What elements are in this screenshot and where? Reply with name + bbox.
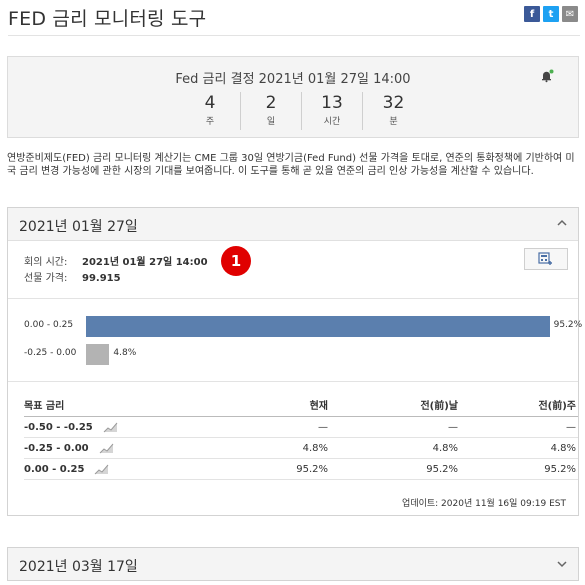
header-target-rate: 목표 금리 — [24, 401, 65, 412]
countdown-minutes: 32 분 — [382, 93, 405, 127]
chevron-up-icon[interactable] — [557, 218, 567, 228]
table-header-row: 목표 금리 현재 전(前)날 전(前)주 — [24, 393, 578, 417]
header-prev-day: 전(前)날 — [420, 401, 458, 412]
meeting-panel-header[interactable]: 2021년 01월 27일 — [8, 208, 578, 241]
meeting-time-label: 회의 시간: — [24, 257, 68, 268]
bar-value-label: 95.2% — [553, 320, 583, 330]
next-meeting-date: 2021년 03월 17일 — [19, 559, 138, 575]
meeting-date: 2021년 01월 27일 — [19, 219, 138, 235]
trend-chart-icon[interactable] — [94, 463, 109, 475]
trend-chart-icon[interactable] — [103, 421, 118, 433]
header-current: 현재 — [309, 401, 328, 412]
rate-range: -0.50 - -0.25 — [24, 421, 93, 433]
table-row: 0.00 - 0.25 95.2% 95.2% 95.2% — [24, 459, 578, 480]
countdown-box: Fed 금리 결정 2021년 01월 27일 14:00 4 주 2 일 13… — [7, 56, 579, 138]
probability-bar — [86, 316, 550, 337]
probability-bar — [86, 344, 110, 365]
chart-bottom-divider — [8, 381, 578, 382]
step-badge: 1 — [221, 246, 251, 276]
bar-category-label: 0.00 - 0.25 — [24, 320, 74, 330]
table-row: -0.25 - 0.00 4.8% 4.8% 4.8% — [24, 438, 578, 459]
page-title: FED 금리 모니터링 도구 — [8, 8, 207, 30]
probability-table: 목표 금리 현재 전(前)날 전(前)주 -0.50 - -0.25 — — —… — [24, 393, 578, 480]
meeting-time-value: 2021년 01월 27일 14:00 — [82, 257, 208, 268]
chevron-down-icon[interactable] — [557, 559, 567, 569]
bell-icon[interactable] — [540, 69, 554, 83]
twitter-share-button[interactable]: t — [543, 6, 559, 22]
bar-value-label: 4.8% — [113, 348, 137, 358]
countdown-weeks: 4 주 — [180, 92, 241, 130]
meeting-meta: 회의 시간: 2021년 01월 27일 14:00 선물 가격: 99.915 — [24, 255, 208, 287]
facebook-share-button[interactable]: f — [524, 6, 540, 22]
header-prev-week: 전(前)주 — [538, 401, 576, 412]
bar-category-label: -0.25 - 0.00 — [24, 348, 77, 358]
meeting-panel: 2021년 01월 27일 회의 시간: 2021년 01월 27일 14:00 … — [7, 207, 582, 516]
rate-range: 0.00 - 0.25 — [24, 463, 85, 475]
countdown-units: 4 주 2 일 13 시간 32 분 — [180, 92, 424, 130]
chart-top-divider — [8, 298, 578, 299]
countdown-hours: 13 시간 — [302, 92, 363, 130]
rate-range: -0.25 - 0.00 — [24, 442, 89, 454]
page-header: FED 금리 모니터링 도구 f t ✉ — [8, 0, 580, 36]
countdown-title: Fed 금리 결정 2021년 01월 27일 14:00 — [175, 72, 411, 87]
share-buttons: f t ✉ — [524, 6, 578, 22]
description-text: 연방준비제도(FED) 금리 모니터링 계산기는 CME 그룹 30일 연방기금… — [7, 153, 575, 177]
futures-price-label: 선물 가격: — [24, 273, 68, 284]
calculator-add-icon — [538, 252, 552, 265]
table-row: -0.50 - -0.25 — — — — [24, 417, 578, 438]
countdown-days: 2 일 — [241, 92, 302, 130]
mail-share-button[interactable]: ✉ — [562, 6, 578, 22]
futures-price-value: 99.915 — [82, 273, 121, 284]
calculator-button[interactable] — [524, 248, 568, 270]
next-meeting-panel[interactable]: 2021년 03월 17일 — [7, 547, 579, 581]
update-timestamp: 업데이트: 2020년 11월 16일 09:19 EST — [402, 499, 566, 509]
trend-chart-icon[interactable] — [99, 442, 114, 454]
